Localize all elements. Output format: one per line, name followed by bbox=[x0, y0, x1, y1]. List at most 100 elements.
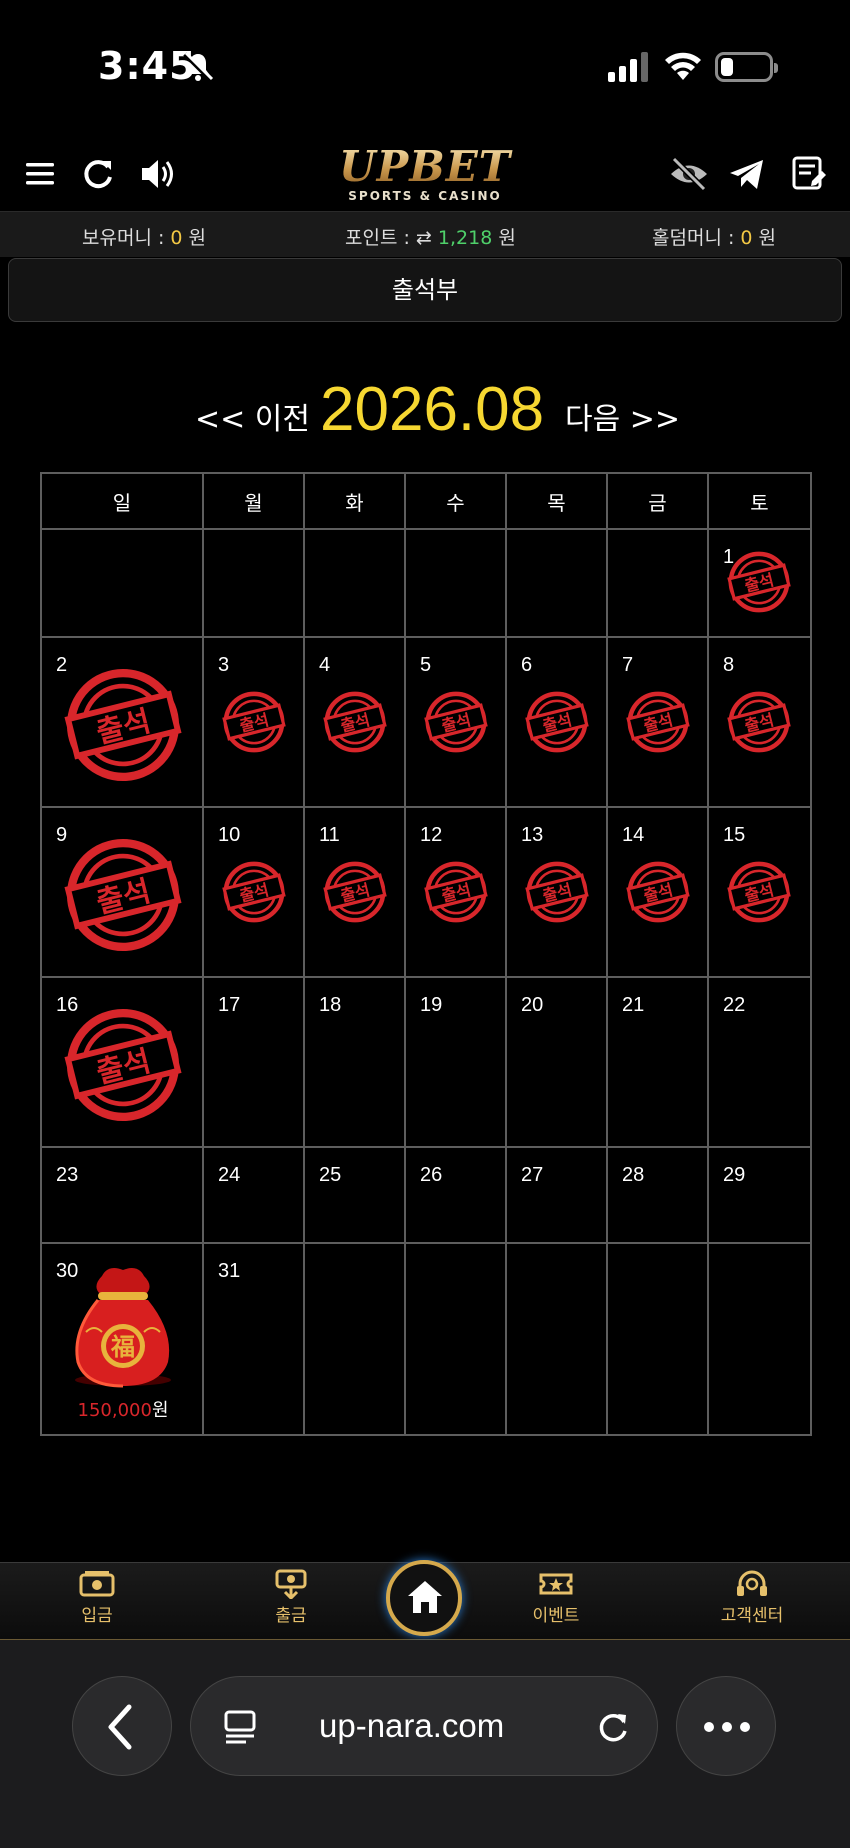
day-number: 5 bbox=[420, 654, 432, 676]
calendar-day-29: 29 bbox=[707, 1146, 812, 1244]
support-button[interactable]: 고객센터 bbox=[702, 1569, 802, 1626]
day-number: 28 bbox=[622, 1164, 645, 1186]
page-title: 출석부 bbox=[8, 258, 842, 322]
calendar-day-5: 5 출석 bbox=[404, 636, 507, 808]
calendar-day-22: 22 bbox=[707, 976, 812, 1148]
refresh-icon[interactable] bbox=[78, 153, 120, 195]
menu-icon[interactable] bbox=[22, 153, 64, 195]
top-nav: UPBET SPORTS & CASINO bbox=[0, 135, 850, 211]
day-number: 27 bbox=[521, 1164, 544, 1186]
holdem-money: 홀덤머니 : 0 원 bbox=[652, 227, 777, 249]
day-number: 19 bbox=[420, 994, 443, 1016]
notice-icon[interactable] bbox=[788, 153, 830, 195]
day-number: 20 bbox=[521, 994, 544, 1016]
headset-icon bbox=[737, 1570, 767, 1596]
calendar-day-4: 4 출석 bbox=[303, 636, 406, 808]
day-number: 24 bbox=[218, 1164, 241, 1186]
browser-more-button[interactable] bbox=[676, 1676, 776, 1776]
current-month: 2026.08 bbox=[320, 375, 545, 444]
attendance-stamp-icon: 출석 bbox=[626, 690, 690, 754]
calendar-day-24: 24 bbox=[202, 1146, 305, 1244]
calendar-day-18: 18 bbox=[303, 976, 406, 1148]
address-bar[interactable]: up-nara.com bbox=[190, 1676, 658, 1776]
day-number: 18 bbox=[319, 994, 342, 1016]
logo[interactable]: UPBET SPORTS & CASINO bbox=[335, 145, 515, 204]
calendar-day-3: 3 출석 bbox=[202, 636, 305, 808]
calendar-day-27: 27 bbox=[505, 1146, 608, 1244]
transfer-icon: ⇄ bbox=[415, 227, 438, 249]
calendar-day-19: 19 bbox=[404, 976, 507, 1148]
calendar-day-13: 13 출석 bbox=[505, 806, 608, 978]
calendar-empty-cell bbox=[606, 528, 709, 638]
calendar-day-28: 28 bbox=[606, 1146, 709, 1244]
calendar-week-row: 23 24 25 26 27 28 29 bbox=[40, 1146, 812, 1244]
deposit-button[interactable]: 입금 bbox=[47, 1569, 147, 1626]
calendar-day-11: 11 출석 bbox=[303, 806, 406, 978]
calendar-day-1: 1 출석 bbox=[707, 528, 812, 638]
calendar-week-row: 16 출석 17 18 19 20 21 22 bbox=[40, 976, 812, 1148]
attendance-stamp-icon: 출석 bbox=[222, 860, 286, 924]
reward-lucky-bag[interactable]: 福 150,000원 bbox=[58, 1262, 188, 1422]
calendar-day-23: 23 bbox=[40, 1146, 204, 1244]
day-number: 15 bbox=[723, 824, 746, 846]
weekday-wed: 수 bbox=[404, 472, 507, 530]
calendar-week-row: 9 출석 10 출석 11 출석 12 출석 13 출석 14 출석 15 출석 bbox=[40, 806, 812, 978]
more-dots-icon bbox=[704, 1722, 750, 1732]
calendar-day-8: 8 출석 bbox=[707, 636, 812, 808]
sound-icon[interactable] bbox=[138, 153, 180, 195]
month-nav: << 이전 2026.08 다음 >> bbox=[0, 372, 850, 452]
weekday-sat: 토 bbox=[707, 472, 812, 530]
wifi-icon bbox=[663, 50, 703, 86]
attendance-stamp-icon: 출석 bbox=[323, 860, 387, 924]
day-number: 22 bbox=[723, 994, 746, 1016]
calendar-day-14: 14 출석 bbox=[606, 806, 709, 978]
withdraw-button[interactable]: 출금 bbox=[241, 1569, 341, 1626]
home-button[interactable] bbox=[386, 1560, 462, 1636]
ticket-star-icon bbox=[539, 1573, 573, 1595]
day-number: 23 bbox=[56, 1164, 79, 1186]
attendance-stamp-icon: 출석 bbox=[727, 690, 791, 754]
calendar-empty-cell bbox=[202, 528, 305, 638]
calendar-day-20: 20 bbox=[505, 976, 608, 1148]
day-number: 3 bbox=[218, 654, 230, 676]
hide-eye-icon[interactable] bbox=[668, 153, 710, 195]
point-money[interactable]: 포인트 : ⇄ 1,218 원 bbox=[345, 223, 516, 250]
lucky-bag-icon: 福 bbox=[75, 1268, 171, 1388]
bell-muted-icon bbox=[181, 50, 215, 84]
day-number: 8 bbox=[723, 654, 735, 676]
attendance-stamp-icon: 출석 bbox=[727, 860, 791, 924]
browser-back-button[interactable] bbox=[72, 1676, 172, 1776]
url-text: up-nara.com bbox=[319, 1707, 505, 1744]
day-number: 29 bbox=[723, 1164, 746, 1186]
withdraw-icon bbox=[275, 1569, 307, 1599]
browser-toolbar: up-nara.com bbox=[0, 1640, 850, 1848]
attendance-stamp-icon: 출석 bbox=[64, 1006, 182, 1124]
day-number: 14 bbox=[622, 824, 645, 846]
calendar-day-31: 31 bbox=[202, 1242, 305, 1436]
day-number: 17 bbox=[218, 994, 241, 1016]
prev-month-link[interactable]: << 이전 bbox=[195, 394, 310, 438]
calendar-empty-cell bbox=[40, 528, 204, 638]
day-number: 31 bbox=[218, 1260, 241, 1282]
day-number: 11 bbox=[319, 824, 340, 846]
calendar-day-25: 25 bbox=[303, 1146, 406, 1244]
calendar-week-row: 2 출석 3 출석 4 출석 5 출석 6 출석 7 출석 8 출석 bbox=[40, 636, 812, 808]
attendance-stamp-icon: 출석 bbox=[727, 550, 791, 614]
day-number: 25 bbox=[319, 1164, 342, 1186]
attendance-stamp-icon: 출석 bbox=[323, 690, 387, 754]
deposit-icon bbox=[79, 1571, 115, 1597]
telegram-icon[interactable] bbox=[726, 153, 768, 195]
day-number: 21 bbox=[622, 994, 645, 1016]
next-month-link[interactable]: 다음 >> bbox=[565, 394, 680, 438]
calendar-day-16: 16 출석 bbox=[40, 976, 204, 1148]
calendar-empty-cell bbox=[404, 1242, 507, 1436]
calendar-empty-cell bbox=[404, 528, 507, 638]
day-number: 6 bbox=[521, 654, 533, 676]
calendar-day-12: 12 출석 bbox=[404, 806, 507, 978]
attendance-stamp-icon: 출석 bbox=[525, 690, 589, 754]
event-button[interactable]: 이벤트 bbox=[506, 1569, 606, 1626]
weekday-sun: 일 bbox=[40, 472, 204, 530]
calendar-empty-cell bbox=[303, 1242, 406, 1436]
status-bar: 3:45 bbox=[0, 0, 850, 135]
calendar-empty-cell bbox=[505, 1242, 608, 1436]
